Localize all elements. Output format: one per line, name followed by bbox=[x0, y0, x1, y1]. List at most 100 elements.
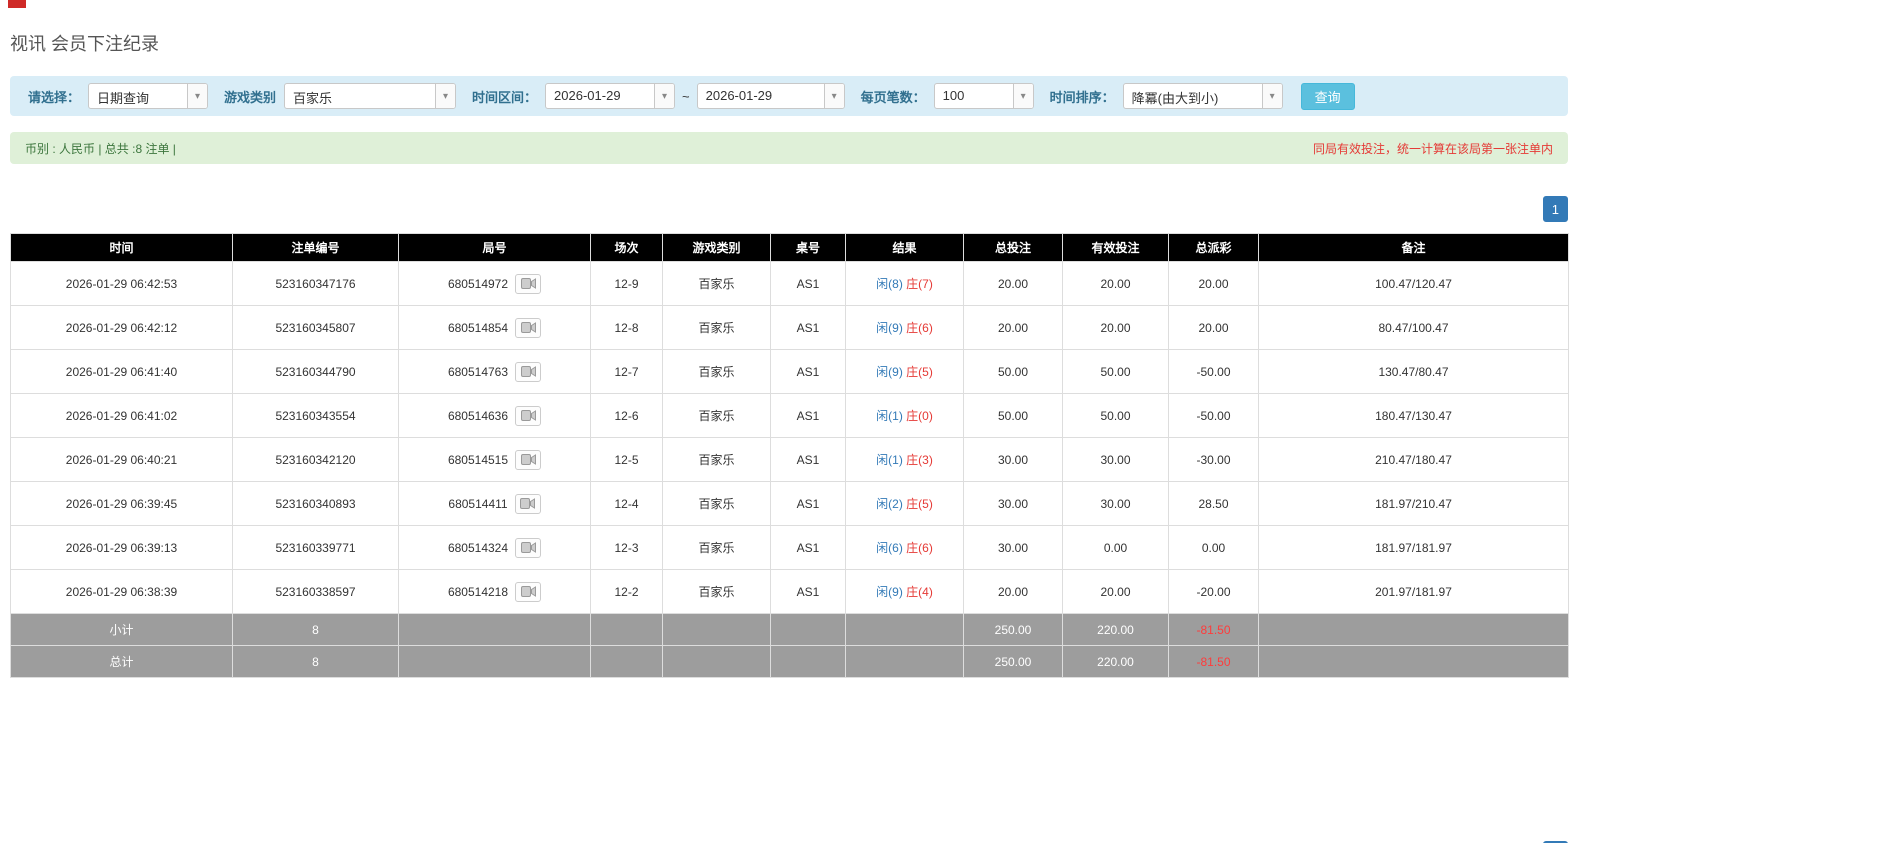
page-button-1[interactable]: 1 bbox=[1542, 196, 1568, 222]
game-type-cell: 百家乐 bbox=[662, 305, 771, 350]
note-cell: 80.47/100.47 bbox=[1258, 305, 1569, 350]
table-no-cell: AS1 bbox=[770, 349, 846, 394]
table-body: 2026-01-29 06:42:53 523160347176 680514972… bbox=[10, 261, 1569, 614]
note-cell: 181.97/210.47 bbox=[1258, 481, 1569, 526]
date-from-select[interactable]: 2026-01-29 ▾ bbox=[545, 83, 676, 109]
video-replay-icon[interactable] bbox=[515, 405, 542, 426]
payout-cell: -50.00 bbox=[1168, 349, 1259, 394]
summary-bar: 币别 : 人民币 | 总共 :8 注单 | 同局有效投注，统一计算在该局第一张注… bbox=[10, 132, 1568, 164]
chevron-down-icon[interactable]: ▾ bbox=[1261, 84, 1282, 108]
result-banker: 庄(7) bbox=[906, 277, 933, 291]
round-cell: 680514218 bbox=[398, 569, 591, 614]
bet-id-cell: 523160345807 bbox=[232, 305, 399, 350]
chevron-down-glyph: ▾ bbox=[443, 90, 449, 102]
video-replay-icon[interactable] bbox=[515, 317, 542, 338]
table-row: 2026-01-29 06:41:02 523160343554 680514636… bbox=[10, 393, 1569, 438]
game-type-cell: 百家乐 bbox=[662, 569, 771, 614]
sort-order-group: 时间排序： 降冪(由大到小) ▾ bbox=[1050, 83, 1283, 109]
result-banker: 庄(3) bbox=[906, 453, 933, 467]
page-size-select[interactable]: 100 ▾ bbox=[933, 83, 1034, 109]
total-bet-link[interactable]: 30.00 bbox=[963, 437, 1063, 482]
video-replay-icon[interactable] bbox=[515, 449, 542, 470]
page-viewport: 视讯 会员下注纪录 请选择： 日期查询 ▾ 游戏类别 百家乐 ▾ 时间区间： 2… bbox=[0, 0, 1903, 843]
table-no-cell: AS1 bbox=[770, 305, 846, 350]
time-cell: 2026-01-29 06:39:13 bbox=[10, 525, 233, 570]
video-replay-icon[interactable] bbox=[514, 493, 541, 514]
subtotal-label: 小计 bbox=[10, 613, 233, 646]
time-cell: 2026-01-29 06:41:40 bbox=[10, 349, 233, 394]
video-replay-icon[interactable] bbox=[515, 537, 542, 558]
total-row: 总计 8 250.00 220.00 -81.50 bbox=[10, 645, 1569, 678]
search-button[interactable]: 查询 bbox=[1300, 82, 1355, 110]
bet-id-cell: 523160347176 bbox=[232, 261, 399, 306]
session-cell: 12-4 bbox=[590, 481, 663, 526]
subtotal-empty-cell bbox=[590, 613, 663, 646]
total-bet-link[interactable]: 50.00 bbox=[963, 393, 1063, 438]
page-size-group: 每页笔数： 100 ▾ bbox=[861, 83, 1034, 109]
chevron-down-glyph: ▾ bbox=[195, 90, 201, 102]
round-id: 680514411 bbox=[448, 496, 508, 511]
session-cell: 12-3 bbox=[590, 525, 663, 570]
session-cell: 12-7 bbox=[590, 349, 663, 394]
valid-bet-cell: 20.00 bbox=[1062, 261, 1169, 306]
table-no-cell: AS1 bbox=[770, 481, 846, 526]
total-bet-link[interactable]: 30.00 bbox=[963, 481, 1063, 526]
subtotal-empty-cell bbox=[1258, 613, 1569, 646]
bet-id-cell: 523160343554 bbox=[232, 393, 399, 438]
sort-order-select[interactable]: 降冪(由大到小) ▾ bbox=[1122, 83, 1283, 109]
chevron-down-icon[interactable]: ▾ bbox=[187, 84, 208, 108]
valid-bet-cell: 30.00 bbox=[1062, 437, 1169, 482]
chevron-down-icon[interactable]: ▾ bbox=[823, 84, 844, 108]
date-to-select[interactable]: 2026-01-29 ▾ bbox=[696, 83, 845, 109]
chevron-down-icon[interactable]: ▾ bbox=[435, 84, 456, 108]
valid-bet-cell: 0.00 bbox=[1062, 525, 1169, 570]
result-cell: 闲(2) 庄(5) bbox=[845, 481, 964, 526]
column-header: 总派彩 bbox=[1168, 233, 1259, 262]
total-total-bet: 250.00 bbox=[963, 645, 1063, 678]
subtotal-count: 8 bbox=[232, 613, 399, 646]
column-header: 局号 bbox=[398, 233, 591, 262]
bet-id-cell: 523160338597 bbox=[232, 569, 399, 614]
sort-order-value: 降冪(由大到小) bbox=[1131, 91, 1219, 106]
result-banker: 庄(5) bbox=[906, 497, 933, 511]
round-cell: 680514411 bbox=[398, 481, 591, 526]
result-cell: 闲(9) 庄(6) bbox=[845, 305, 964, 350]
total-bet-link[interactable]: 50.00 bbox=[963, 349, 1063, 394]
video-replay-icon[interactable] bbox=[515, 361, 542, 382]
subtotal-valid-bet: 220.00 bbox=[1062, 613, 1169, 646]
game-type-cell: 百家乐 bbox=[662, 349, 771, 394]
total-bet-link[interactable]: 20.00 bbox=[963, 569, 1063, 614]
round-id: 680514972 bbox=[447, 276, 509, 291]
column-header: 注单编号 bbox=[232, 233, 399, 262]
video-replay-icon[interactable] bbox=[515, 581, 542, 602]
note-cell: 100.47/120.47 bbox=[1258, 261, 1569, 306]
game-type-group: 游戏类别 百家乐 ▾ bbox=[224, 83, 457, 109]
result-cell: 闲(9) 庄(5) bbox=[845, 349, 964, 394]
video-replay-icon[interactable] bbox=[515, 273, 542, 294]
total-bet-link[interactable]: 20.00 bbox=[963, 261, 1063, 306]
result-banker: 庄(5) bbox=[906, 365, 933, 379]
round-id: 680514636 bbox=[447, 408, 509, 423]
game-type-select[interactable]: 百家乐 ▾ bbox=[284, 83, 457, 109]
page-size-label: 每页笔数： bbox=[860, 89, 926, 105]
page-title: 视讯 会员下注纪录 bbox=[10, 34, 160, 54]
note-cell: 181.97/181.97 bbox=[1258, 525, 1569, 570]
total-bet-link[interactable]: 20.00 bbox=[963, 305, 1063, 350]
time-cell: 2026-01-29 06:40:21 bbox=[10, 437, 233, 482]
subtotal-payout: -81.50 bbox=[1168, 613, 1259, 646]
result-cell: 闲(9) 庄(4) bbox=[845, 569, 964, 614]
table-no-cell: AS1 bbox=[770, 261, 846, 306]
subtotal-empty-cell bbox=[845, 613, 964, 646]
table-no-cell: AS1 bbox=[770, 393, 846, 438]
total-count: 8 bbox=[232, 645, 399, 678]
total-bet-link[interactable]: 30.00 bbox=[963, 525, 1063, 570]
chevron-down-icon[interactable]: ▾ bbox=[1012, 84, 1033, 108]
table-row: 2026-01-29 06:42:12 523160345807 680514854… bbox=[10, 305, 1569, 350]
subtotal-row: 小计 8 250.00 220.00 -81.50 bbox=[10, 613, 1569, 646]
table-no-cell: AS1 bbox=[770, 569, 846, 614]
round-cell: 680514515 bbox=[398, 437, 591, 482]
date-range-separator: ~ bbox=[682, 88, 690, 104]
query-type-select[interactable]: 日期查询 ▾ bbox=[88, 83, 209, 109]
chevron-down-icon[interactable]: ▾ bbox=[654, 84, 675, 108]
valid-bet-cell: 20.00 bbox=[1062, 569, 1169, 614]
